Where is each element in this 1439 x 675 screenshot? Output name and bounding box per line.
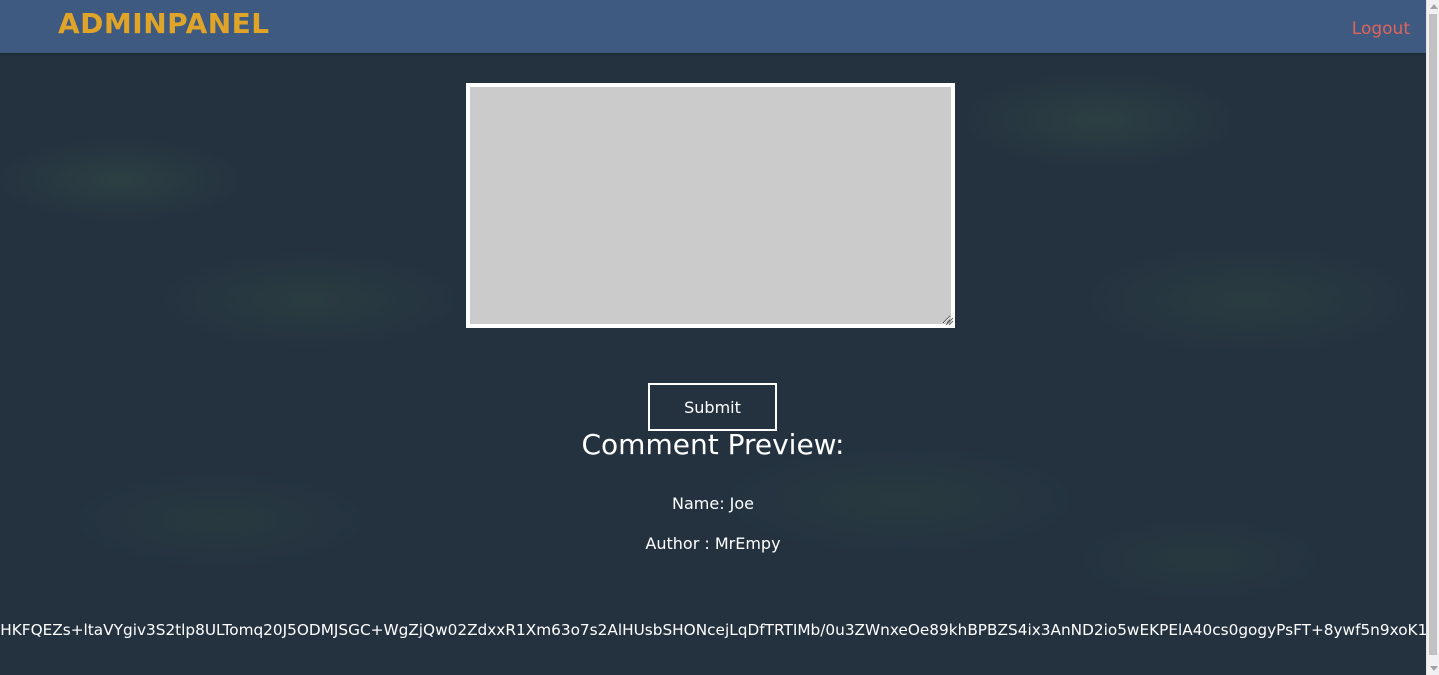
comment-textarea[interactable] [466,83,955,328]
logout-link[interactable]: Logout [1352,19,1410,39]
submit-button[interactable]: Submit [648,383,777,431]
preview-author: Author : MrEmpy [645,534,781,553]
resize-grip-icon[interactable] [944,316,954,326]
scroll-up-arrow-icon[interactable] [1430,4,1438,9]
comment-preview-heading: Comment Preview: [581,428,845,461]
scroll-down-arrow-icon[interactable] [1430,666,1438,671]
brand-logo[interactable]: ADMINPANEL [58,7,270,40]
top-navbar: ADMINPANEL Logout [0,0,1426,53]
preview-name: Name: Joe [671,494,755,513]
scrollbar-thumb[interactable] [1429,14,1437,655]
vertical-scrollbar[interactable] [1426,0,1439,675]
encoded-token-text: lHKFQEZs+ltaVYgiv3S2tlp8ULTomq20J5ODMJSG… [0,621,1426,639]
